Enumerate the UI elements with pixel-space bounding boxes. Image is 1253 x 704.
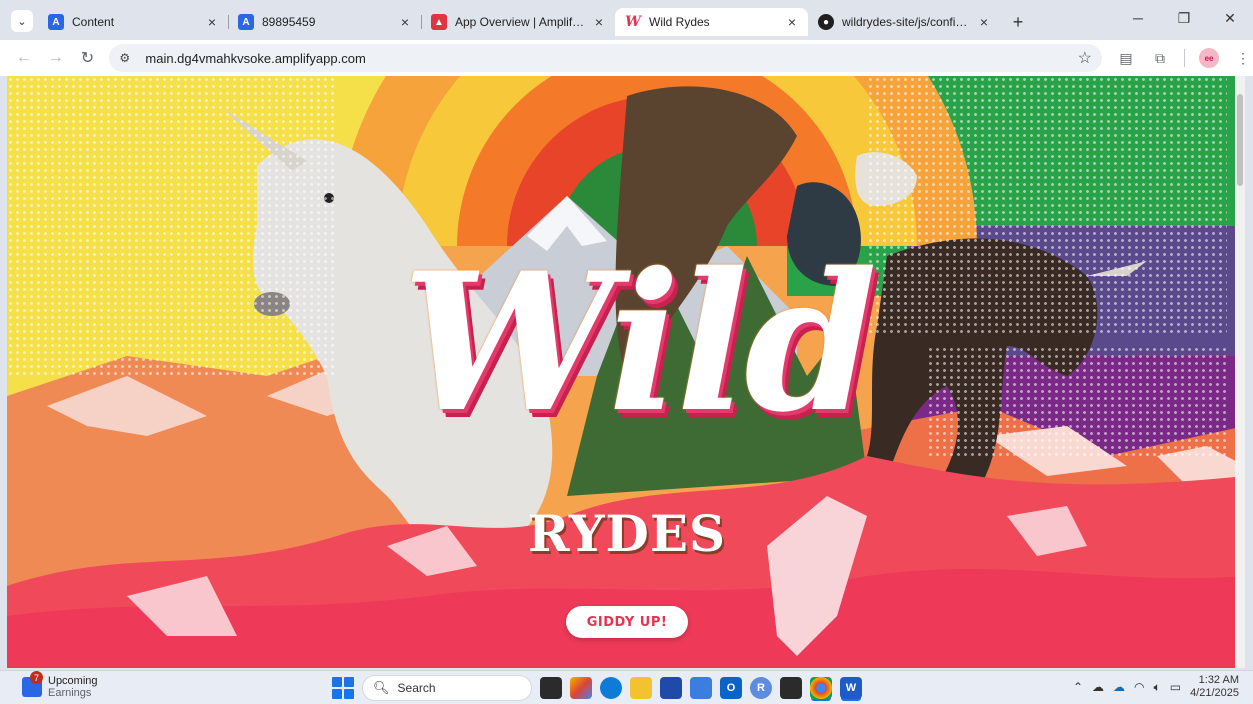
windows-taskbar: 7 Upcoming Earnings 🔍︎ Search O R W ⌃ ☁ … [0, 670, 1253, 704]
file-explorer-icon[interactable] [630, 677, 652, 699]
tab-title: 89895459 [262, 15, 316, 29]
r-app-icon[interactable]: R [750, 677, 772, 699]
back-button[interactable]: ← [10, 44, 38, 72]
bookmark-star-icon[interactable]: ☆ [1078, 48, 1092, 68]
edge-icon[interactable] [600, 677, 622, 699]
tab-github-config[interactable]: ● wildrydes-site/js/config.js at ma × [808, 8, 1000, 36]
profile-avatar[interactable]: ee [1199, 48, 1220, 68]
tab-title: App Overview | Amplify | us-eas [455, 15, 585, 29]
tab-89895459[interactable]: A 89895459 × [228, 8, 421, 36]
task-view-icon[interactable] [540, 677, 562, 699]
browser-toolbar: ← → ↻ ⚙ main.dg4vmahkvsoke.amplifyapp.co… [0, 40, 1253, 76]
url-text[interactable]: main.dg4vmahkvsoke.amplifyapp.com [145, 51, 1077, 66]
taskbar-apps: 🔍︎ Search O R W [332, 675, 862, 701]
tab-title: Wild Rydes [649, 15, 710, 29]
extensions-icon[interactable]: ⧉ [1150, 48, 1170, 68]
tab-strip: ⌄ A Content × A 89895459 × ▲ App Overvie… [0, 0, 1253, 40]
onedrive-icon[interactable]: ☁ [1113, 680, 1125, 694]
close-icon[interactable]: × [397, 14, 413, 30]
scrollbar-thumb[interactable] [1237, 94, 1243, 186]
chevron-up-icon[interactable]: ⌃ [1073, 680, 1083, 694]
system-tray: ⌃ ☁ ☁ ◠ 🔈︎ ▭ 1:32 AM 4/21/2025 [1073, 674, 1239, 700]
close-icon[interactable]: × [976, 14, 992, 30]
tab-title: Content [72, 15, 115, 29]
reload-icon: ↻ [80, 50, 95, 67]
wifi-icon[interactable]: ◠ [1134, 680, 1144, 694]
halftone-pattern [867, 76, 1227, 336]
clock[interactable]: 1:32 AM 4/21/2025 [1190, 674, 1239, 700]
tab-search-button[interactable]: ⌄ [11, 10, 33, 32]
toolbar-actions: ▤ ⧉ ee ⋮ [1116, 48, 1253, 68]
address-bar[interactable]: ⚙ main.dg4vmahkvsoke.amplifyapp.com ☆ [109, 44, 1103, 72]
search-placeholder: Search [397, 681, 436, 695]
halftone-pattern [7, 76, 337, 376]
giddy-up-button[interactable]: GIDDY UP! [566, 606, 688, 638]
news-title: Upcoming [48, 675, 98, 687]
sticky-notes-icon[interactable] [780, 677, 802, 699]
store-icon[interactable] [660, 677, 682, 699]
reload-button[interactable]: ↻ [74, 44, 102, 72]
reading-mode-icon[interactable]: ▤ [1116, 48, 1136, 68]
window-controls: ─ ❐ ✕ [1115, 0, 1253, 36]
aws-icon: ▲ [431, 14, 447, 30]
news-widget[interactable]: 7 Upcoming Earnings [22, 671, 98, 699]
clock-date: 4/21/2025 [1190, 687, 1239, 699]
outlook-icon[interactable]: O [720, 677, 742, 699]
notification-badge: 7 [30, 671, 43, 684]
copilot-icon[interactable] [570, 677, 592, 699]
word-icon[interactable]: W [840, 677, 862, 699]
tab-content[interactable]: A Content × [38, 8, 228, 36]
close-icon[interactable]: × [591, 14, 607, 30]
clock-time: 1:32 AM [1198, 674, 1239, 686]
hero-subtitle: RYDES [527, 504, 727, 563]
search-icon: 🔍︎ [373, 680, 390, 695]
forward-button[interactable]: → [42, 44, 70, 72]
amplify-icon: A [48, 14, 64, 30]
site-settings-icon[interactable]: ⚙ [119, 51, 137, 65]
arrow-left-icon: ← [15, 49, 32, 66]
amplify-icon: A [238, 14, 254, 30]
news-text: Upcoming Earnings [48, 675, 98, 699]
new-tab-button[interactable]: + [1004, 8, 1032, 36]
github-icon: ● [818, 14, 834, 30]
hero-title: Wild [402, 231, 877, 454]
page-scrollbar[interactable] [1235, 76, 1245, 668]
chrome-icon[interactable] [810, 677, 832, 699]
tab-wild-rydes[interactable]: W Wild Rydes × [615, 8, 808, 36]
tab-app-overview[interactable]: ▲ App Overview | Amplify | us-eas × [421, 8, 615, 36]
more-menu-icon[interactable]: ⋮ [1233, 48, 1253, 68]
close-icon[interactable]: × [204, 14, 220, 30]
photos-icon[interactable] [690, 677, 712, 699]
halftone-pattern [927, 346, 1227, 456]
tab-list: A Content × A 89895459 × ▲ App Overview … [38, 8, 1032, 40]
cloud-outline-icon[interactable]: ☁ [1092, 680, 1104, 694]
arrow-right-icon: → [47, 49, 64, 66]
news-icon: 7 [22, 671, 43, 697]
volume-icon[interactable]: 🔈︎ [1154, 680, 1161, 695]
restore-icon[interactable]: ❐ [1161, 0, 1207, 36]
minimize-icon[interactable]: ─ [1115, 0, 1161, 36]
taskbar-search[interactable]: 🔍︎ Search [362, 675, 532, 701]
tab-title: wildrydes-site/js/config.js at ma [842, 15, 970, 29]
web-page: Wild RYDES GIDDY UP! [7, 76, 1245, 668]
chevron-down-icon: ⌄ [17, 15, 27, 28]
wild-rydes-icon: W [625, 14, 641, 30]
close-window-icon[interactable]: ✕ [1207, 0, 1253, 36]
start-button[interactable] [332, 677, 354, 699]
battery-icon[interactable]: ▭ [1170, 680, 1181, 694]
toolbar-divider [1184, 49, 1186, 67]
close-icon[interactable]: × [784, 14, 800, 30]
news-subtitle: Earnings [48, 687, 92, 699]
